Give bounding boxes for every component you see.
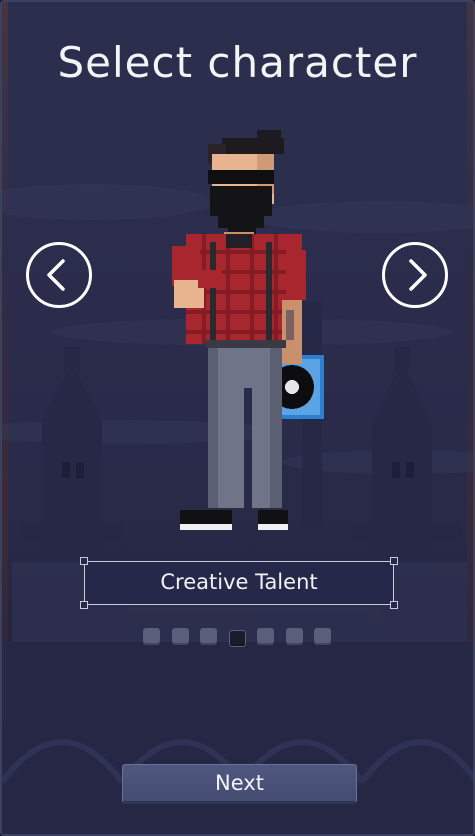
character-name: Creative Talent [160,570,318,594]
character-pager [143,628,337,647]
page-dot[interactable] [143,628,160,645]
screen-title: Select character [57,38,418,87]
page-dot[interactable] [172,628,189,645]
page-dot-active[interactable] [229,630,246,647]
page-dot[interactable] [286,628,303,645]
plate-corner [390,557,398,565]
character-name-plate: Creative Talent [80,557,398,609]
beard [210,186,272,216]
previous-character-button[interactable] [26,242,92,308]
page-dot[interactable] [314,628,331,645]
chevron-left-icon [47,259,65,291]
next-button[interactable]: Next [122,764,357,804]
sunglasses [208,170,274,184]
left-shoe [180,510,232,524]
page-dot[interactable] [200,628,217,645]
next-character-button[interactable] [382,242,448,308]
page-dot[interactable] [257,628,274,645]
plate-corner [80,557,88,565]
right-shoe [258,510,288,524]
plate-corner [80,601,88,609]
plate-corner [390,601,398,609]
chevron-right-icon [409,259,427,291]
character-select-screen: Select character Creative Talent Next [0,0,475,836]
character-sprite [172,130,324,530]
